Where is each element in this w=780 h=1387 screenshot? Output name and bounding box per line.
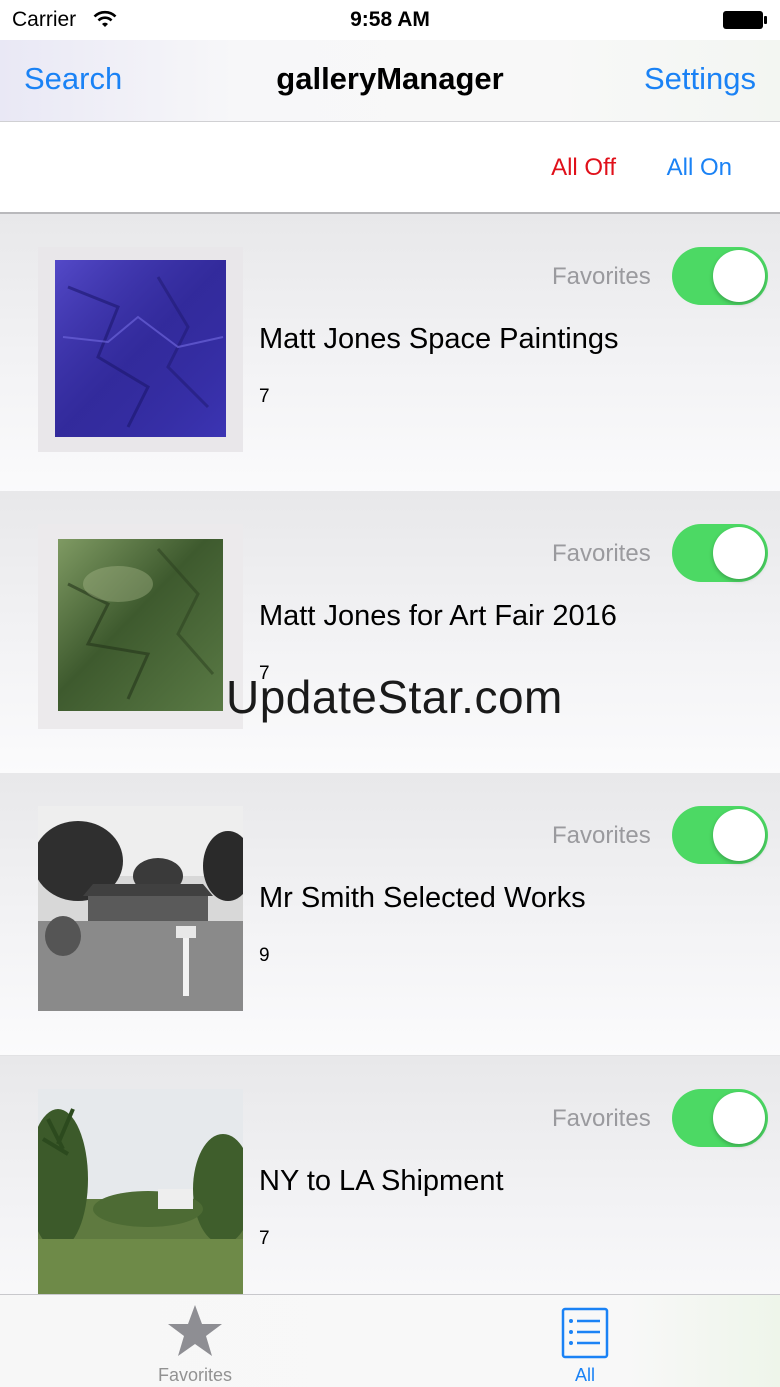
- status-bar: Carrier 9:58 AM: [0, 0, 780, 40]
- gallery-title: Matt Jones for Art Fair 2016: [259, 600, 617, 632]
- tab-bar: Favorites All: [0, 1294, 780, 1387]
- tab-favorites[interactable]: Favorites: [0, 1295, 390, 1387]
- toggle-knob: [713, 527, 765, 579]
- gallery-title: Matt Jones Space Paintings: [259, 323, 619, 355]
- watermark: UpdateStar.com: [226, 671, 563, 723]
- favorites-label: Favorites: [552, 263, 651, 290]
- gallery-title: Mr Smith Selected Works: [259, 882, 586, 914]
- favorites-toolbar: All Off All On: [0, 122, 780, 214]
- favorites-label: Favorites: [552, 1105, 651, 1132]
- gallery-count: 7: [259, 386, 270, 407]
- gallery-row[interactable]: Favorites Matt Jones Space Paintings 7: [0, 214, 780, 497]
- gallery-title: NY to LA Shipment: [259, 1165, 504, 1197]
- list-icon: [561, 1307, 609, 1359]
- gallery-count: 7: [259, 1228, 270, 1249]
- gallery-row[interactable]: Favorites Mr Smith Selected Works 9: [0, 773, 780, 1056]
- favorite-toggle[interactable]: [672, 1089, 768, 1147]
- tab-label: All: [574, 1365, 595, 1385]
- navigation-bar: Search galleryManager Settings: [0, 40, 780, 122]
- gallery-count: 9: [259, 945, 270, 966]
- clock: 9:58 AM: [350, 8, 430, 31]
- tab-label: Favorites: [157, 1365, 233, 1385]
- all-on-button[interactable]: All On: [667, 154, 732, 182]
- toggle-knob: [713, 1092, 765, 1144]
- toggle-knob: [713, 809, 765, 861]
- gallery-thumbnail: [38, 806, 243, 1011]
- all-off-button[interactable]: All Off: [551, 154, 616, 182]
- favorites-label: Favorites: [552, 822, 651, 849]
- tab-all[interactable]: All: [390, 1295, 780, 1387]
- favorite-toggle[interactable]: [672, 247, 768, 305]
- favorite-toggle[interactable]: [672, 524, 768, 582]
- gallery-thumbnail: [38, 1089, 243, 1294]
- battery-icon: [723, 11, 767, 29]
- gallery-thumbnail: [38, 524, 243, 729]
- gallery-list: Favorites Matt Jones Space Paintings 7 F…: [0, 214, 780, 1294]
- star-icon: [168, 1305, 222, 1356]
- gallery-row[interactable]: Favorites Matt Jones for Art Fair 2016 7: [0, 491, 780, 774]
- settings-button[interactable]: Settings: [644, 61, 756, 97]
- favorites-label: Favorites: [552, 540, 651, 567]
- favorite-toggle[interactable]: [672, 806, 768, 864]
- toggle-knob: [713, 250, 765, 302]
- gallery-thumbnail: [38, 247, 243, 452]
- gallery-row[interactable]: Favorites NY to LA Shipment 7: [0, 1056, 780, 1294]
